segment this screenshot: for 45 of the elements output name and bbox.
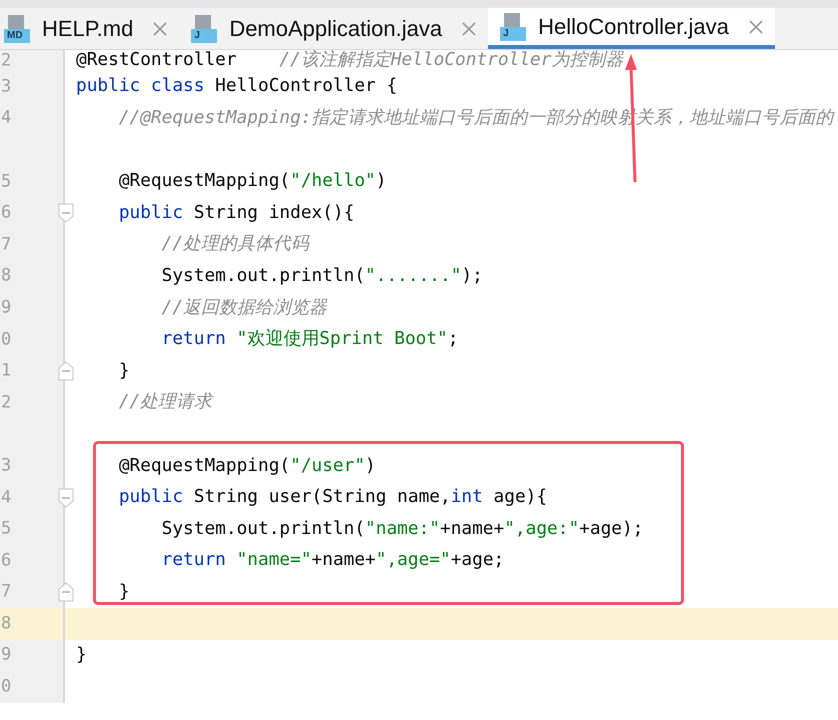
code-line: @RequestMapping("/user") (118, 454, 376, 478)
line-number: 5 (1, 170, 12, 193)
line-number: 4 (1, 106, 12, 130)
line-number: 4 (1, 486, 12, 509)
code-line: System.out.println("name:"+name+",age:"+age); (160, 516, 644, 541)
line-number: 8 (1, 612, 12, 636)
fold-marker-icon[interactable] (58, 488, 74, 508)
line-number: 7 (1, 233, 12, 256)
code-line: //处理的具体代码 (160, 232, 310, 256)
editor-tab[interactable]: J HelloController.java (488, 8, 775, 49)
code-line: } (76, 643, 87, 668)
code-line: } (118, 580, 130, 604)
line-number: 9 (1, 644, 12, 667)
code-line: System.out.println("......."); (160, 264, 483, 288)
fold-marker-icon[interactable] (58, 582, 74, 602)
code-line: @RestController //该注解指定HelloController为控制器 (76, 48, 624, 72)
code-line: //返回数据给浏览器 (160, 296, 328, 320)
line-number: 0 (1, 328, 12, 351)
close-icon[interactable] (462, 22, 476, 36)
code-line: } (118, 358, 130, 383)
line-number: 7 (1, 580, 12, 604)
close-icon[interactable] (153, 22, 168, 36)
line-number: 3 (1, 75, 12, 98)
line-number: 9 (1, 296, 12, 320)
code-line: public class HelloController { (76, 74, 398, 98)
editor-tab[interactable]: J DemoApplication.java (179, 8, 488, 49)
line-number: 8 (1, 264, 12, 288)
close-icon[interactable] (748, 20, 763, 34)
editor-tab[interactable]: MD HELP.md (0, 8, 180, 49)
line-number: 2 (1, 48, 12, 72)
line-number: 6 (1, 548, 12, 572)
code-line: //处理请求 (118, 390, 212, 414)
code-line: return "欢迎使用Sprint Boot"; (160, 327, 458, 352)
fold-marker-icon[interactable] (58, 361, 74, 382)
line-number: 3 (1, 454, 12, 478)
line-number: 5 (1, 517, 12, 540)
code-line: public String index(){ (118, 200, 354, 225)
code-line: @RequestMapping("/hello") (118, 169, 386, 194)
line-number: 2 (1, 390, 12, 414)
fold-marker-icon[interactable] (58, 203, 74, 224)
code-line: public String user(String name,int age){ (118, 485, 548, 510)
code-line: return "name="+name+",age="+age; (160, 548, 504, 572)
line-number: 1 (1, 359, 12, 382)
line-number: 0 (1, 675, 12, 698)
line-number: 6 (1, 201, 12, 224)
